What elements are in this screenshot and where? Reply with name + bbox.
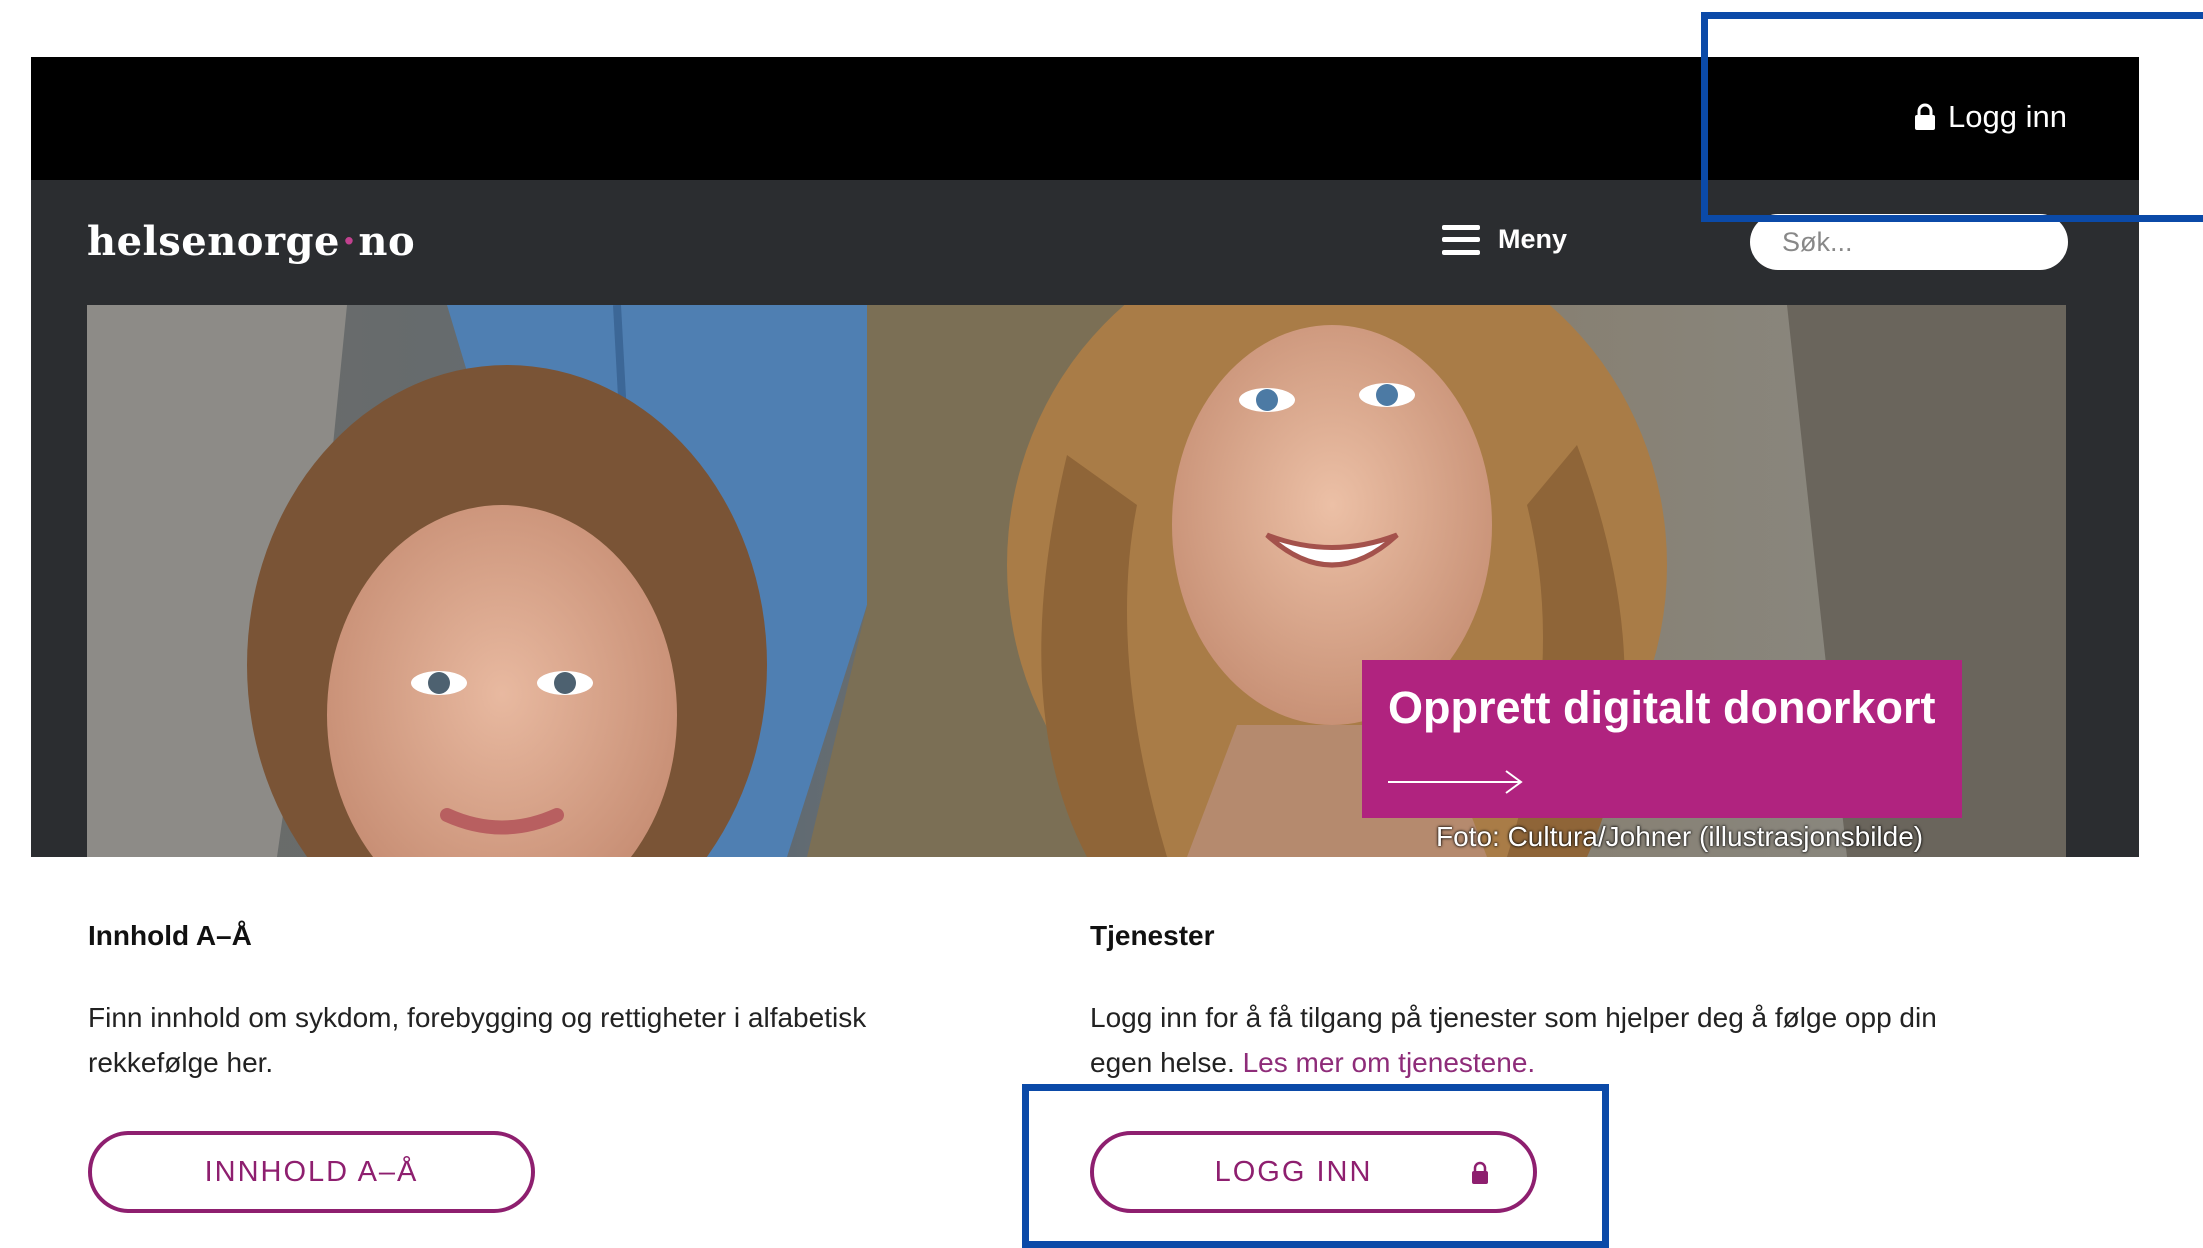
- section-text-services: Logg inn for å få tilgang på tjenester s…: [1090, 995, 1970, 1085]
- header-login-label: Logg inn: [1948, 99, 2067, 134]
- photo-credit: Foto: Cultura/Johner (illustrasjonsbilde…: [1436, 821, 1924, 852]
- services-read-more-link[interactable]: Les mer om tjenestene.: [1243, 1047, 1536, 1078]
- menu-label: Meny: [1498, 224, 1568, 254]
- section-heading-services: Tjenester: [1090, 920, 1215, 951]
- lock-icon: [1915, 103, 1936, 130]
- login-button[interactable]: LOGG INN: [1090, 1131, 1537, 1213]
- donor-card-cta[interactable]: Opprett digitalt donorkort: [1362, 660, 1962, 818]
- site-logo[interactable]: helsenorge·no: [87, 218, 415, 265]
- search-input[interactable]: [1782, 226, 2136, 258]
- menu-button[interactable]: Meny: [1442, 224, 1567, 255]
- section-heading-content: Innhold A–Å: [88, 920, 252, 951]
- section-text-content: Finn innhold om sykdom, forebygging og r…: [88, 1002, 867, 1078]
- logo-text-left: helsenorge: [87, 218, 340, 265]
- logo-text-right: no: [358, 218, 416, 265]
- site-header: helsenorge·no Meny Søk... Opprett digita…: [31, 180, 2139, 857]
- top-bar: Logg inn: [31, 57, 2139, 180]
- content-a-z-button[interactable]: INNHOLD A–Å: [88, 1131, 535, 1213]
- arrow-right-icon: [1388, 770, 1523, 794]
- lock-icon: [1472, 1161, 1488, 1184]
- hamburger-icon: [1442, 224, 1480, 255]
- logo-dot: ·: [341, 218, 357, 265]
- search-box: [1750, 214, 2136, 270]
- hero-banner: Opprett digitalt donorkort Foto: Cultura…: [87, 305, 2066, 857]
- section-content-a-z: Innhold A–Å Finn innhold om sykdom, fore…: [88, 920, 968, 1085]
- cta-title: Opprett digitalt donorkort: [1388, 682, 1936, 733]
- login-button-label: LOGG INN: [1214, 1155, 1373, 1188]
- section-services: Tjenester Logg inn for å få tilgang på t…: [1090, 920, 1970, 1085]
- header-login-link[interactable]: Logg inn: [1914, 99, 2067, 135]
